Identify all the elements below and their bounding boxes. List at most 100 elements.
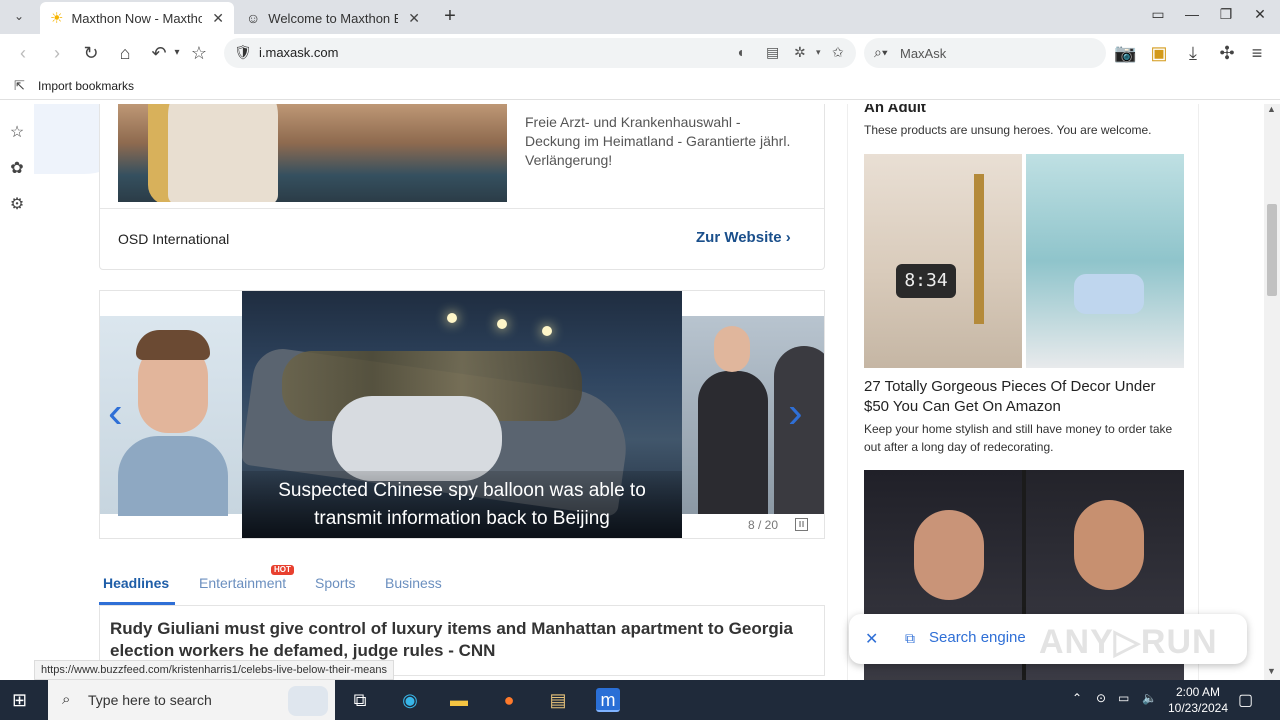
ad-link-label[interactable]: Zur Website bbox=[696, 229, 782, 246]
extensions-icon[interactable]: ✣ bbox=[1216, 42, 1238, 64]
decor-article-title[interactable]: 27 Totally Gorgeous Pieces Of Decor Unde… bbox=[864, 377, 1184, 417]
tab-headlines[interactable]: Headlines bbox=[103, 575, 169, 591]
pause-icon[interactable]: ıı bbox=[795, 518, 808, 531]
favorites-star-icon[interactable]: ☆ bbox=[8, 124, 26, 142]
ad-card[interactable]: Freie Arzt- und Krankenhauswahl - Deckun… bbox=[99, 104, 825, 270]
image-detail bbox=[1026, 154, 1184, 368]
status-url: https://www.buzzfeed.com/kristenharris1/… bbox=[34, 660, 395, 680]
windows-start-icon[interactable]: ⊞ bbox=[12, 690, 27, 711]
url-text[interactable]: i.maxask.com bbox=[259, 45, 338, 60]
tray-chevron-icon[interactable]: ⌃ bbox=[1072, 691, 1082, 705]
search-icon[interactable]: ⌕▾ bbox=[874, 44, 888, 61]
search-engine-toast[interactable]: ✕ ⧉ Search engine ANY▷RUN bbox=[849, 614, 1247, 664]
scrollbar-thumb[interactable] bbox=[1267, 204, 1277, 296]
address-bar[interactable]: 🛡 i.maxask.com ◖ ▤ ✲ ▾ ✩ bbox=[224, 38, 856, 68]
taskbar-clock[interactable]: 2:00 AM 10/23/2024 bbox=[1160, 684, 1236, 716]
scroll-down-icon[interactable]: ▼ bbox=[1267, 666, 1276, 676]
tab-welcome[interactable]: ☺ Welcome to Maxthon Br ✕ bbox=[236, 2, 432, 34]
adblock-dropdown-icon[interactable]: ▾ bbox=[816, 47, 821, 58]
search-icon: ⌕ bbox=[62, 691, 71, 708]
tab-list-dropdown-icon[interactable]: ⌄ bbox=[8, 5, 30, 27]
sun-icon: ☀ bbox=[50, 10, 64, 27]
tab-maxthon-now[interactable]: ☀ Maxthon Now - Maxtho ✕ bbox=[40, 2, 234, 34]
image-detail bbox=[1074, 500, 1144, 590]
import-icon[interactable]: ⇱ bbox=[14, 78, 25, 94]
image-detail bbox=[136, 330, 210, 360]
decor-article-image[interactable]: 8:34 bbox=[864, 154, 1184, 368]
watermark-logo: ANY▷RUN bbox=[1039, 623, 1218, 661]
monitor-icon[interactable]: ▭ bbox=[1118, 691, 1129, 705]
download-icon[interactable]: ⤓ bbox=[1182, 42, 1204, 64]
reader-sidebar-icon[interactable]: ▭ bbox=[1146, 6, 1170, 26]
image-detail bbox=[974, 174, 984, 324]
undo-dropdown-icon[interactable]: ▾ bbox=[166, 42, 188, 64]
search-engine-icon: ⧉ bbox=[905, 630, 915, 646]
tab-entertainment[interactable]: Entertainment bbox=[199, 575, 286, 591]
add-favorite-icon[interactable]: ✩ bbox=[832, 44, 844, 61]
settings-gear-icon[interactable]: ⚙ bbox=[8, 196, 26, 214]
tab-title: Maxthon Now - Maxtho bbox=[71, 10, 203, 26]
close-tab-icon[interactable]: ✕ bbox=[408, 10, 420, 27]
ad-image[interactable] bbox=[118, 104, 507, 202]
forward-icon[interactable]: › bbox=[46, 42, 68, 64]
prev-article-title[interactable]: An Adult bbox=[864, 104, 926, 116]
search-engine-label[interactable]: Search engine bbox=[929, 629, 1026, 646]
notification-icon[interactable]: ▢ bbox=[1238, 690, 1253, 710]
headline-text[interactable]: Rudy Giuliani must give control of luxur… bbox=[110, 618, 810, 662]
scroll-up-icon[interactable]: ▲ bbox=[1267, 104, 1276, 114]
edge-icon[interactable]: ◉ bbox=[398, 688, 422, 712]
windows-taskbar: ⊞ ⌕ Type here to search ⧉ ◉ ▬ ● ▤ m ⌃ ⊙ … bbox=[0, 680, 1280, 720]
tab-business[interactable]: Business bbox=[385, 575, 442, 591]
divider bbox=[100, 208, 824, 209]
image-detail bbox=[332, 396, 502, 481]
notes-icon[interactable]: ▣ bbox=[1148, 42, 1170, 64]
carousel-main-image[interactable]: Suspected Chinese spy balloon was able t… bbox=[242, 291, 682, 538]
image-detail bbox=[914, 510, 984, 600]
notes-app-icon[interactable]: ▤ bbox=[546, 688, 570, 712]
new-tab-button[interactable]: + bbox=[438, 5, 462, 27]
import-bookmarks-link[interactable]: Import bookmarks bbox=[38, 79, 134, 93]
reader-mode-icon[interactable]: ▤ bbox=[766, 44, 779, 61]
news-carousel[interactable]: Suspected Chinese spy balloon was able t… bbox=[99, 290, 825, 539]
carousel-next-image[interactable] bbox=[682, 316, 824, 514]
close-icon[interactable]: ✕ bbox=[865, 629, 878, 649]
volume-icon[interactable]: 🔈 bbox=[1142, 691, 1157, 705]
read-aloud-icon[interactable]: ◖ bbox=[736, 44, 744, 60]
favorite-star-icon[interactable]: ☆ bbox=[188, 42, 210, 64]
close-tab-icon[interactable]: ✕ bbox=[212, 10, 224, 27]
maxthon-app-icon[interactable]: m bbox=[596, 688, 620, 712]
file-explorer-icon[interactable]: ▬ bbox=[447, 688, 471, 712]
ai-assistant-icon[interactable]: ✿ bbox=[8, 160, 26, 178]
network-icon[interactable]: ⊙ bbox=[1096, 691, 1106, 705]
ad-image-person bbox=[168, 104, 278, 202]
carousel-caption-text[interactable]: Suspected Chinese spy balloon was able t… bbox=[262, 477, 662, 533]
home-icon[interactable]: ⌂ bbox=[114, 42, 136, 64]
menu-icon[interactable]: ≡ bbox=[1246, 42, 1268, 64]
close-window-button[interactable]: ✕ bbox=[1248, 6, 1272, 26]
task-view-icon[interactable]: ⧉ bbox=[348, 688, 372, 712]
carousel-caption[interactable]: Suspected Chinese spy balloon was able t… bbox=[242, 471, 682, 538]
carousel-next-arrow-icon[interactable]: › bbox=[788, 391, 803, 435]
minimize-button[interactable]: — bbox=[1180, 6, 1204, 26]
back-icon[interactable]: ‹ bbox=[12, 42, 34, 64]
image-detail bbox=[1074, 274, 1144, 314]
firefox-icon[interactable]: ● bbox=[497, 688, 521, 712]
carousel-counter: 8 / 20 bbox=[748, 518, 779, 532]
reload-icon[interactable]: ↻ bbox=[80, 42, 102, 64]
tab-sports[interactable]: Sports bbox=[315, 575, 355, 591]
restore-button[interactable]: ❐ bbox=[1214, 6, 1238, 26]
carousel-prev-arrow-icon[interactable]: ‹ bbox=[108, 391, 123, 435]
image-detail bbox=[497, 319, 507, 329]
hot-badge: HOT bbox=[271, 565, 294, 575]
adblock-icon[interactable]: ✲ bbox=[794, 44, 806, 61]
screenshot-icon[interactable]: 📷 bbox=[1114, 42, 1136, 64]
image-detail bbox=[864, 154, 1022, 368]
taskbar-search[interactable]: ⌕ Type here to search bbox=[48, 680, 335, 720]
ad-website-link[interactable]: Zur Website › bbox=[696, 229, 791, 246]
search-box[interactable]: ⌕▾ MaxAsk bbox=[864, 38, 1106, 68]
navigation-bar: ‹ › ↻ ⌂ ↶ ▾ ☆ 🛡 i.maxask.com ◖ ▤ ✲ ▾ ✩ ⌕… bbox=[0, 34, 1280, 72]
taskbar-search-placeholder[interactable]: Type here to search bbox=[88, 692, 212, 708]
lock-icon[interactable]: 🛡 bbox=[234, 44, 252, 61]
page-scrollbar[interactable]: ▲ ▼ bbox=[1264, 104, 1280, 680]
image-detail bbox=[698, 371, 768, 514]
